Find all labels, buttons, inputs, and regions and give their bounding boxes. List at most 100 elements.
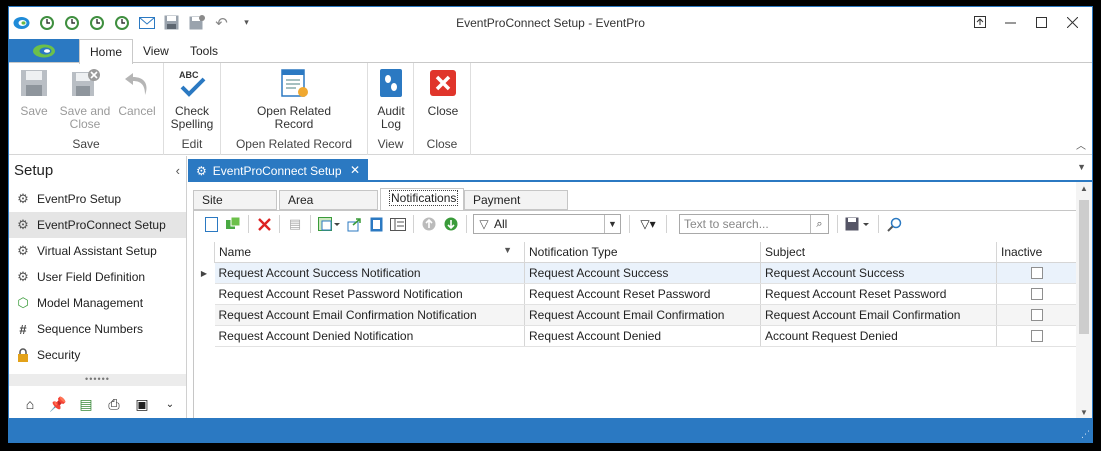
move-down-icon[interactable]: [440, 213, 462, 235]
details-icon[interactable]: [365, 213, 387, 235]
inactive-checkbox[interactable]: [1031, 309, 1043, 322]
lock-icon: [15, 347, 31, 363]
cell-name[interactable]: Request Account Denied Notification: [214, 325, 525, 347]
user-settings-icon[interactable]: ▣: [133, 396, 151, 413]
window-controls: [964, 11, 1088, 33]
toolbar-separator: [248, 215, 249, 233]
printer-icon[interactable]: ⎙: [105, 396, 123, 413]
save-button[interactable]: Save: [13, 67, 55, 118]
column-header-inactive[interactable]: Inactive: [996, 242, 1077, 263]
delete-icon[interactable]: [253, 213, 275, 235]
close-button[interactable]: Close: [422, 67, 464, 118]
tab-site-settings[interactable]: Site Settings: [193, 190, 277, 225]
resize-grip-icon[interactable]: ⋰: [1081, 429, 1090, 440]
sidebar-item-user-field-definition[interactable]: ⚙ User Field Definition: [9, 264, 186, 290]
columns-icon[interactable]: [315, 213, 343, 235]
scrollbar-thumb[interactable]: [1079, 200, 1089, 334]
scroll-up-icon[interactable]: ▲: [1076, 184, 1092, 193]
column-header-subject[interactable]: Subject: [760, 242, 997, 263]
audit-log-button[interactable]: Audit Log: [371, 67, 411, 131]
sidebar-item-eventproconnect-setup[interactable]: ⚙ EventProConnect Setup: [9, 212, 186, 238]
spellcheck-icon: ABC: [179, 70, 206, 97]
scroll-down-icon[interactable]: ▼: [1076, 408, 1092, 417]
notifications-panel: ▤ ▽ All ▼ ▽▾ Text to search... ⌕ ▶ Name …: [193, 210, 1077, 419]
new-record-icon[interactable]: [200, 213, 222, 235]
cell-name[interactable]: Request Account Success Notification: [214, 262, 525, 284]
pin-icon[interactable]: 📌: [49, 396, 67, 413]
cell-subject[interactable]: Account Request Denied: [760, 325, 997, 347]
add-copy-icon[interactable]: [222, 213, 244, 235]
save-close-icon: [72, 69, 100, 96]
close-tab-icon[interactable]: ✕: [350, 163, 360, 177]
find-icon[interactable]: [883, 213, 905, 235]
close-window-icon[interactable]: [1057, 11, 1088, 33]
document-tab[interactable]: ⚙ EventProConnect Setup ✕: [188, 159, 368, 182]
toolbar-separator: [629, 215, 630, 233]
tab-payment-settings[interactable]: Payment Settings: [464, 190, 568, 225]
cell-notification-type[interactable]: Request Account Reset Password: [524, 283, 761, 305]
sort-dropdown-icon[interactable]: ▼: [503, 245, 512, 255]
vertical-scrollbar[interactable]: ▲ ▼: [1076, 182, 1092, 419]
tab-notifications[interactable]: Notifications: [380, 188, 464, 211]
save-layout-icon[interactable]: [842, 213, 874, 235]
search-icon[interactable]: ⌕: [810, 215, 828, 233]
gear-icon: ⚙: [17, 217, 29, 232]
view-group: Audit Log View: [368, 63, 414, 155]
sidebar-shortcuts: ⌂ 📌 ▤ ⎙ ▣ ⌄: [9, 389, 186, 419]
chevron-down-icon[interactable]: ▼: [604, 215, 620, 233]
cell-notification-type[interactable]: Request Account Denied: [524, 325, 761, 347]
report-icon[interactable]: ▤: [77, 396, 95, 413]
chevron-left-icon[interactable]: ‹: [176, 156, 180, 186]
chevron-down-icon[interactable]: ⌄: [161, 399, 179, 410]
sidebar-item-sequence-numbers[interactable]: # Sequence Numbers: [9, 316, 186, 342]
cell-subject[interactable]: Request Account Email Confirmation: [760, 304, 997, 326]
sidebar-item-security[interactable]: Security: [9, 342, 186, 368]
open-related-record-button[interactable]: Open Related Record: [251, 67, 337, 131]
sidebar-item-eventpro-setup[interactable]: ⚙ EventPro Setup: [9, 186, 186, 212]
tab-area-definitions[interactable]: Area Definitions: [279, 190, 378, 225]
save-and-close-button[interactable]: Save and Close: [59, 67, 111, 131]
cell-name[interactable]: Request Account Reset Password Notificat…: [214, 283, 525, 305]
sidebar-item-model-management[interactable]: ⬡ Model Management: [9, 290, 186, 316]
tab-home[interactable]: Home: [79, 39, 134, 64]
toolbar-separator: [878, 215, 879, 233]
print-icon[interactable]: ▤: [284, 213, 306, 235]
column-header-notification-type[interactable]: Notification Type: [524, 242, 761, 263]
column-header-name[interactable]: Name ▼: [214, 242, 525, 263]
table-row[interactable]: Request Account Denied Notification Requ…: [214, 325, 1077, 347]
tab-tools[interactable]: Tools: [180, 39, 228, 63]
inactive-checkbox[interactable]: [1031, 267, 1043, 280]
minimize-icon[interactable]: [995, 11, 1026, 33]
table-row[interactable]: Request Account Reset Password Notificat…: [214, 283, 1077, 305]
cell-subject[interactable]: Request Account Reset Password: [760, 283, 997, 305]
cell-name[interactable]: Request Account Email Confirmation Notif…: [214, 304, 525, 326]
sidebar-item-virtual-assistant-setup[interactable]: ⚙ Virtual Assistant Setup: [9, 238, 186, 264]
restore-ribbon-icon[interactable]: [964, 11, 995, 33]
table-row[interactable]: Request Account Email Confirmation Notif…: [214, 304, 1077, 326]
tab-list-dropdown-icon[interactable]: ▼: [1077, 162, 1086, 172]
export-icon[interactable]: [343, 213, 365, 235]
search-input[interactable]: Text to search... ⌕: [679, 214, 829, 234]
check-spelling-button[interactable]: ABC Check Spelling: [168, 67, 216, 131]
cell-notification-type[interactable]: Request Account Email Confirmation: [524, 304, 761, 326]
cell-notification-type[interactable]: Request Account Success: [524, 262, 761, 284]
status-bar: ⋰: [9, 418, 1092, 442]
filter-options-icon[interactable]: ▽▾: [634, 213, 662, 235]
cell-inactive: [996, 325, 1077, 347]
move-up-icon[interactable]: [418, 213, 440, 235]
home-icon[interactable]: ⌂: [21, 396, 39, 412]
maximize-icon[interactable]: [1026, 11, 1057, 33]
splitter-grip[interactable]: ••••••: [9, 374, 186, 386]
table-row[interactable]: Request Account Success Notification Req…: [214, 262, 1077, 284]
filter-select[interactable]: ▽ All ▼: [473, 214, 621, 234]
filter-icon: ▽: [479, 217, 489, 231]
collapse-ribbon-icon[interactable]: ︿: [1076, 137, 1086, 152]
cancel-button[interactable]: Cancel: [115, 67, 159, 118]
inactive-checkbox[interactable]: [1031, 288, 1043, 301]
inactive-checkbox[interactable]: [1031, 330, 1043, 343]
layout-icon[interactable]: [387, 213, 409, 235]
cell-subject[interactable]: Request Account Success: [760, 262, 997, 284]
file-menu-button[interactable]: [9, 39, 79, 63]
tab-view[interactable]: View: [133, 39, 179, 63]
close-group-label: Close: [426, 137, 458, 151]
